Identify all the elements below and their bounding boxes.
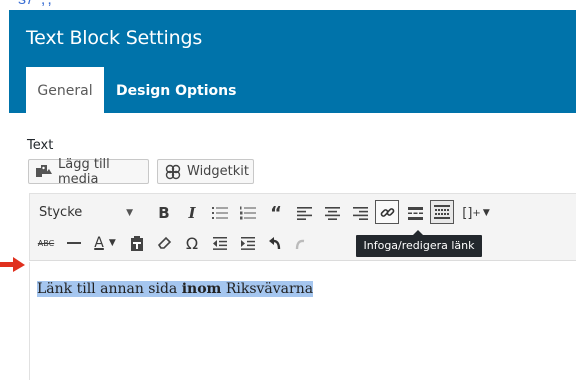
chevron-down-icon: ▼ (108, 238, 116, 248)
selected-text-highlight: Länk till annan sida inom Riksvävarna (37, 281, 314, 297)
special-character-button[interactable]: Ω (180, 231, 204, 255)
toolbar-toggle-icon[interactable] (430, 200, 454, 224)
link-tooltip: Infoga/redigera länk (356, 230, 482, 257)
dialog-header: Text Block Settings General Design Optio… (9, 10, 576, 113)
media-icon (36, 164, 52, 177)
redo-icon[interactable] (288, 231, 312, 255)
text-color-button[interactable]: A ▼ (88, 231, 122, 255)
tab-design-options[interactable]: Design Options (116, 67, 236, 113)
text-color-label: A (94, 235, 104, 251)
text-after-bold: Riksvävarna (221, 281, 314, 297)
strikethrough-button[interactable]: ABC (34, 231, 58, 255)
widgetkit-button[interactable]: Widgetkit (157, 159, 254, 184)
editor-toolbar: Stycke ▼ B I “ [] + ▼ ABC A ▼ Ω (29, 193, 576, 261)
text-before-bold: Länk till annan sida (37, 281, 182, 297)
text-field-label: Text (27, 138, 54, 153)
blockquote-icon[interactable]: “ (264, 201, 288, 225)
bold-button[interactable]: B (152, 201, 176, 225)
numbered-list-icon[interactable] (236, 201, 260, 225)
bold-word: inom (181, 281, 222, 297)
widgetkit-icon (165, 164, 181, 179)
align-center-icon[interactable] (320, 201, 344, 225)
format-select-value: Stycke (39, 205, 83, 220)
clear-formatting-icon[interactable] (153, 231, 177, 255)
selected-text: Länk till annan sida inom Riksvävarna (37, 281, 314, 297)
link-icon[interactable] (375, 200, 399, 224)
horizontal-line-icon[interactable] (62, 231, 86, 255)
undo-icon[interactable] (264, 231, 288, 255)
align-right-icon[interactable] (348, 201, 372, 225)
widgetkit-label: Widgetkit (187, 164, 250, 179)
top-strip: s/ ,, (0, 0, 576, 10)
bullet-list-icon[interactable] (208, 201, 232, 225)
red-arrow-icon (0, 257, 25, 272)
format-select[interactable]: Stycke ▼ (39, 202, 135, 224)
indent-icon[interactable] (236, 231, 260, 255)
editor-content-area[interactable]: Länk till annan sida inom Riksvävarna (29, 262, 576, 380)
insert-shortcode-icon[interactable]: [] + ▼ (458, 201, 494, 225)
top-text-fragment: s/ ,, (18, 0, 54, 9)
tab-general[interactable]: General (26, 67, 104, 113)
dropdown-arrow-icon: ▼ (126, 208, 133, 218)
align-left-icon[interactable] (292, 201, 316, 225)
italic-button[interactable]: I (180, 201, 204, 225)
paste-as-text-icon[interactable] (125, 231, 149, 255)
outdent-icon[interactable] (208, 231, 232, 255)
add-media-label: Lägg till media (58, 156, 110, 187)
dialog-title: Text Block Settings (26, 27, 203, 49)
add-media-button[interactable]: Lägg till media (28, 156, 149, 187)
read-more-icon[interactable] (403, 201, 427, 225)
